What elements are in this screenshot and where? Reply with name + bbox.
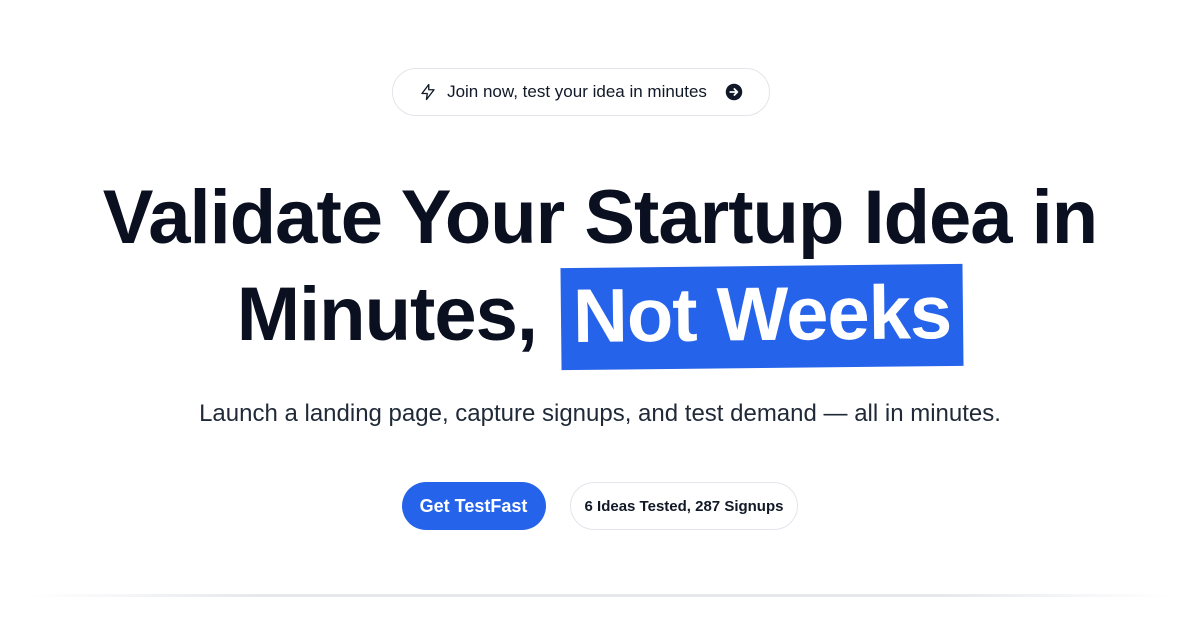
subtitle: Launch a landing page, capture signups, … — [199, 400, 1001, 427]
hero-section: Join now, test your idea in minutes Vali… — [0, 0, 1200, 639]
headline-line-2: Minutes, Not Weeks — [0, 263, 1200, 371]
arrow-right-circle-icon — [725, 83, 743, 101]
lightning-bolt-icon — [419, 83, 437, 101]
stats-badge: 6 Ideas Tested, 287 Signups — [569, 482, 799, 530]
headline-plain: Minutes, — [236, 272, 538, 357]
headline-line-1: Validate Your Startup Idea in — [102, 175, 1098, 260]
get-testfast-button[interactable]: Get TestFast — [401, 482, 546, 530]
section-divider — [30, 594, 1170, 597]
headline-highlight: Not Weeks — [560, 263, 964, 371]
page-title: Validate Your Startup Idea in Minutes, N… — [0, 170, 1200, 371]
cta-row: Get TestFast 6 Ideas Tested, 287 Signups — [0, 482, 1200, 530]
announcement-pill[interactable]: Join now, test your idea in minutes — [392, 68, 770, 116]
announcement-text: Join now, test your idea in minutes — [447, 82, 707, 101]
